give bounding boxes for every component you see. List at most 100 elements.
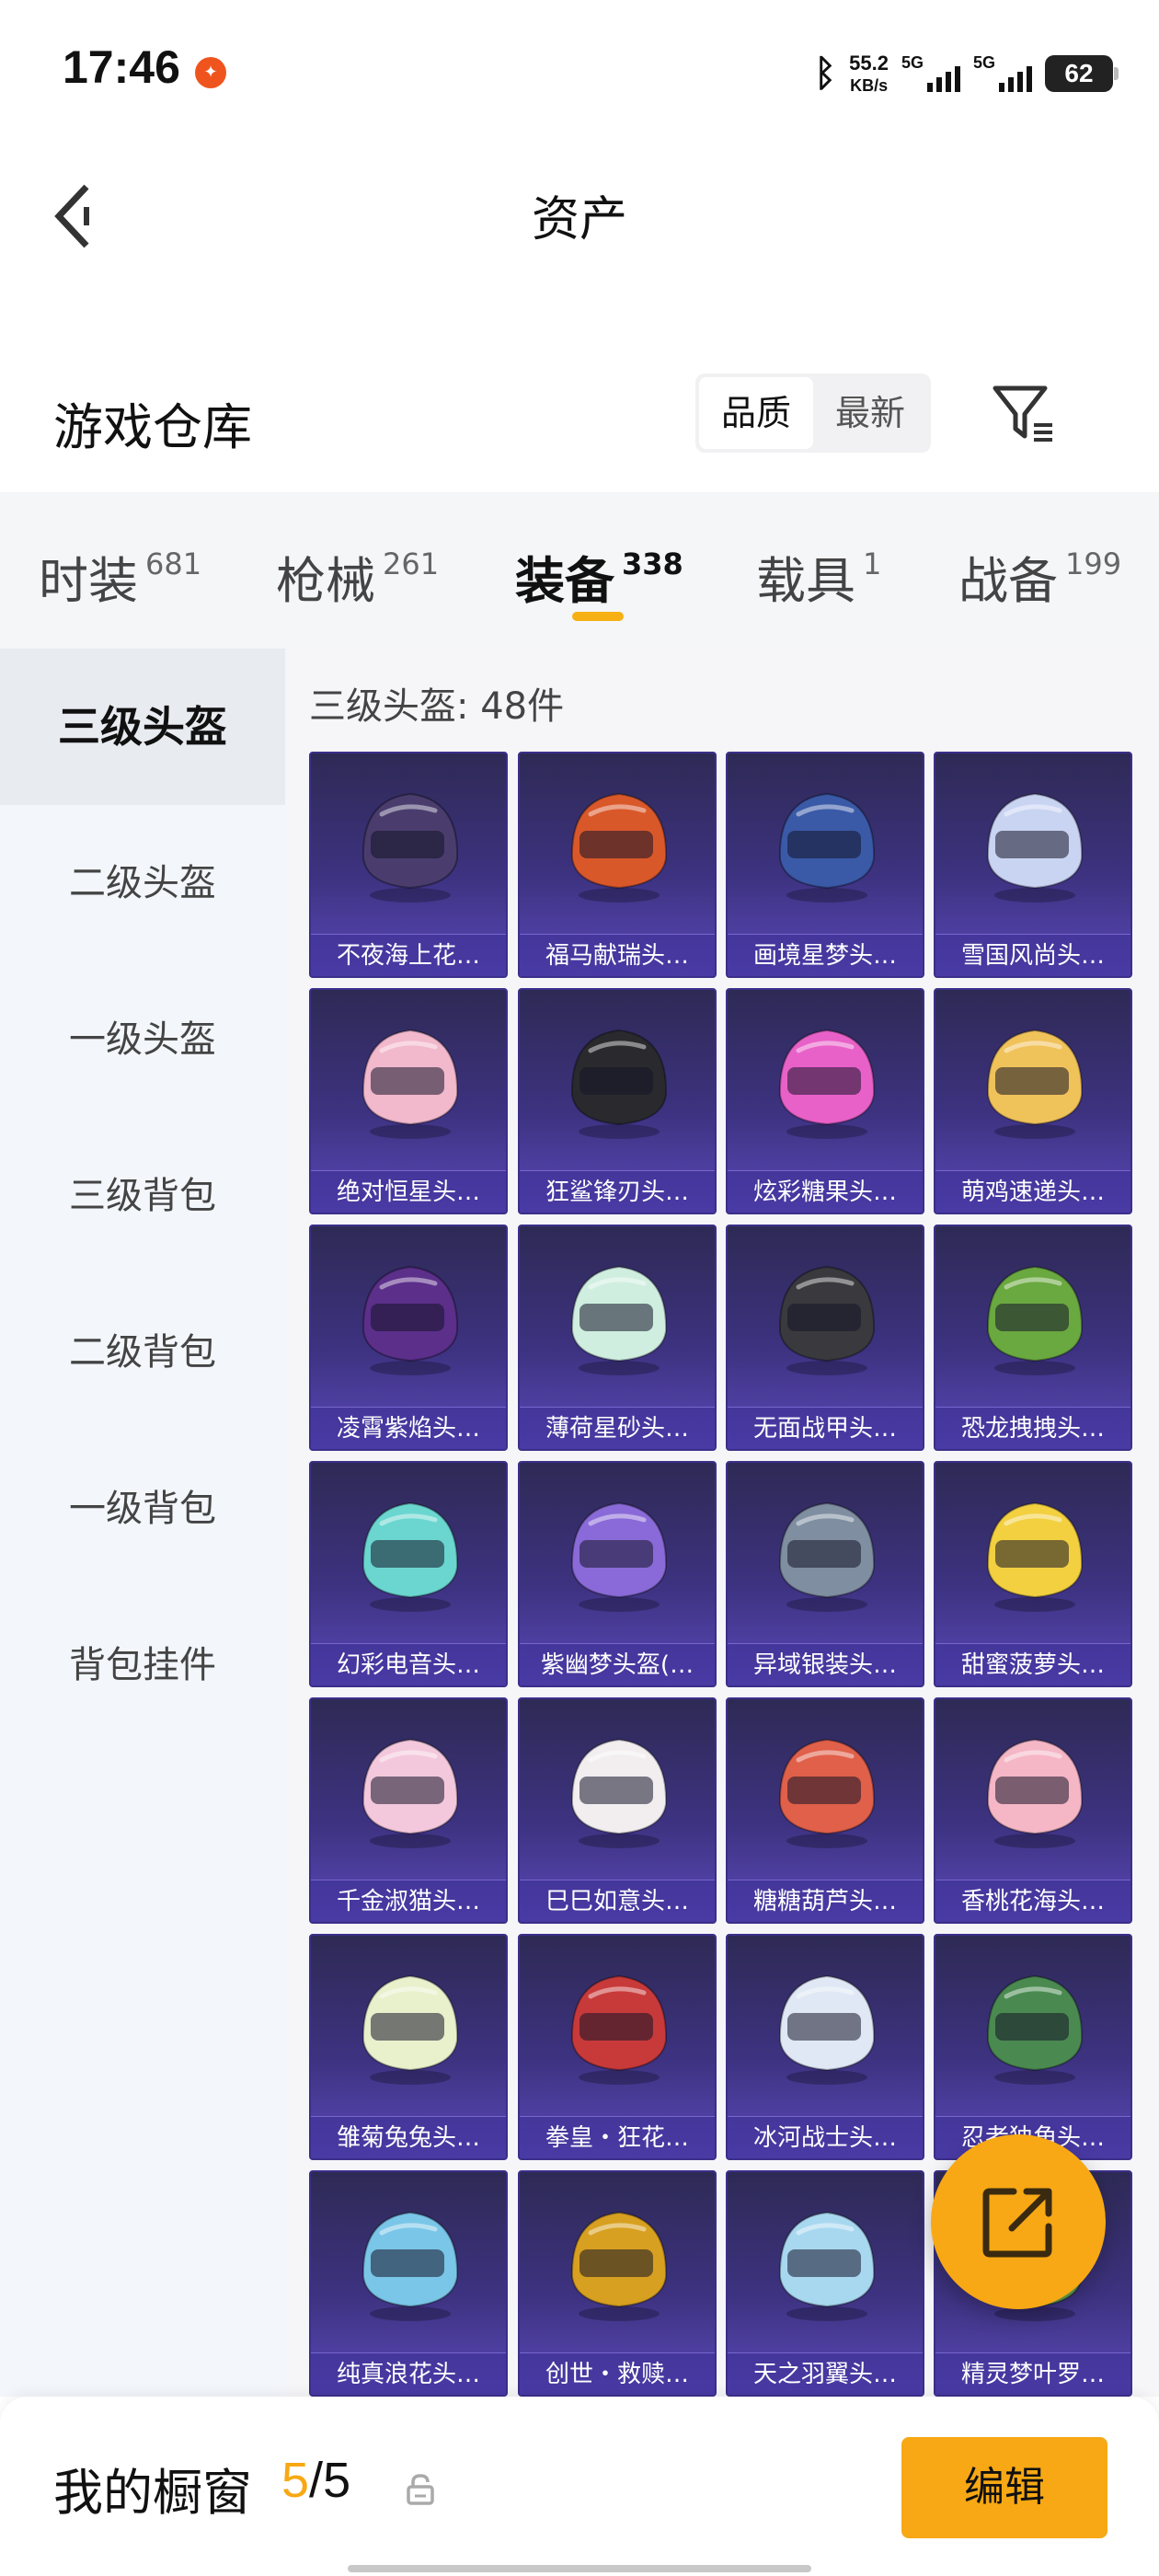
item-name: 巳巳如意头… bbox=[520, 1880, 715, 1922]
sidebar-item-level3-helmet[interactable]: 三级头盔 bbox=[0, 649, 285, 805]
tab-count: 199 bbox=[1065, 546, 1122, 581]
helmet-icon bbox=[361, 1029, 459, 1139]
helmet-icon bbox=[986, 1738, 1084, 1848]
item-card[interactable]: 创世・救赎… bbox=[518, 2170, 717, 2397]
item-name: 狂鲨锋刃头… bbox=[520, 1170, 715, 1213]
helmet-icon bbox=[361, 1974, 459, 2085]
edit-button[interactable]: 编辑 bbox=[901, 2437, 1107, 2538]
item-card[interactable]: 糖糖葫芦头… bbox=[726, 1697, 924, 1924]
item-card[interactable]: 福马献瑞头… bbox=[518, 752, 717, 978]
sidebar-item-backpack-pendant[interactable]: 背包挂件 bbox=[0, 1587, 285, 1743]
tab-vehicles[interactable]: 载具 1 bbox=[756, 540, 881, 613]
item-card[interactable]: 幻彩电音头… bbox=[309, 1461, 508, 1687]
item-card[interactable]: 甜蜜菠萝头… bbox=[934, 1461, 1132, 1687]
item-card[interactable]: 纯真浪花头… bbox=[309, 2170, 508, 2397]
status-time: 17:46 bbox=[63, 41, 180, 93]
app-notification-icon: ✦ bbox=[195, 57, 226, 88]
helmet-icon bbox=[778, 1738, 876, 1848]
showcase-label: 我的橱窗 bbox=[53, 2464, 252, 2522]
helmet-icon bbox=[570, 1974, 668, 2085]
item-card[interactable]: 恐龙拽拽头… bbox=[934, 1225, 1132, 1451]
sidebar-item-level2-backpack[interactable]: 二级背包 bbox=[0, 1274, 285, 1431]
item-card[interactable]: 无面战甲头… bbox=[726, 1225, 924, 1451]
warehouse-title: 游戏仓库 bbox=[53, 398, 252, 456]
helmet-icon bbox=[361, 1265, 459, 1375]
helmet-icon bbox=[361, 2211, 459, 2321]
item-name: 薄荷星砂头… bbox=[520, 1407, 715, 1449]
item-card[interactable]: 巳巳如意头… bbox=[518, 1697, 717, 1924]
battery-icon: 62 bbox=[1045, 55, 1119, 92]
tab-label: 战备 bbox=[958, 552, 1058, 610]
item-card[interactable]: 拳皇・狂花… bbox=[518, 1934, 717, 2160]
helmet-icon bbox=[570, 1029, 668, 1139]
sidebar: 三级头盔 二级头盔 一级头盔 三级背包 二级背包 一级背包 背包挂件 bbox=[0, 649, 285, 2397]
signal-label: 5G bbox=[973, 53, 996, 72]
item-card[interactable]: 狂鲨锋刃头… bbox=[518, 988, 717, 1214]
helmet-icon bbox=[986, 1974, 1084, 2085]
item-name: 雏菊兔兔头… bbox=[311, 2116, 506, 2158]
item-name: 雪国风尚头… bbox=[935, 934, 1130, 976]
item-card[interactable]: 画境星梦头… bbox=[726, 752, 924, 978]
helmet-icon bbox=[361, 1501, 459, 1612]
item-name: 异域银装头… bbox=[728, 1643, 923, 1685]
tab-fashion[interactable]: 时装 681 bbox=[39, 540, 201, 613]
item-name: 天之羽翼头… bbox=[728, 2352, 923, 2395]
category-tabs: 时装 681 枪械 261 装备 338 载具 1 战备 199 bbox=[0, 492, 1159, 649]
tab-label: 载具 bbox=[756, 552, 855, 610]
item-card[interactable]: 千金淑猫头… bbox=[309, 1697, 508, 1924]
tab-label: 装备 bbox=[515, 552, 614, 610]
item-card[interactable]: 香桃花海头… bbox=[934, 1697, 1132, 1924]
item-card[interactable]: 凌霄紫焰头… bbox=[309, 1225, 508, 1451]
status-bar: 17:46 ✦ ᛒ 55.2 KB/s 5G 5G 62 bbox=[0, 0, 1159, 138]
tab-equipment[interactable]: 装备 338 bbox=[515, 540, 683, 613]
sort-option-quality[interactable]: 品质 bbox=[699, 377, 813, 449]
status-icons: ᛒ 55.2 KB/s 5G 5G 62 bbox=[814, 46, 1119, 101]
item-name: 幻彩电音头… bbox=[311, 1643, 506, 1685]
helmet-icon bbox=[361, 1738, 459, 1848]
tab-count: 261 bbox=[383, 546, 440, 581]
tab-supplies[interactable]: 战备 199 bbox=[958, 540, 1121, 613]
item-card[interactable]: 天之羽翼头… bbox=[726, 2170, 924, 2397]
item-card[interactable]: 不夜海上花… bbox=[309, 752, 508, 978]
item-name: 福马献瑞头… bbox=[520, 934, 715, 976]
showcase-total: 5 bbox=[323, 2453, 351, 2508]
item-card[interactable]: 萌鸡速递头… bbox=[934, 988, 1132, 1214]
item-card[interactable]: 绝对恒星头… bbox=[309, 988, 508, 1214]
showcase-separator: / bbox=[309, 2453, 324, 2508]
item-count-label: 三级头盔: 48件 bbox=[309, 685, 565, 728]
tab-weapons[interactable]: 枪械 261 bbox=[276, 540, 439, 613]
item-name: 无面战甲头… bbox=[728, 1407, 923, 1449]
item-card[interactable]: 紫幽梦头盔(… bbox=[518, 1461, 717, 1687]
filter-icon[interactable] bbox=[990, 381, 1058, 445]
item-name: 创世・救赎… bbox=[520, 2352, 715, 2395]
sidebar-item-level3-backpack[interactable]: 三级背包 bbox=[0, 1118, 285, 1274]
item-name: 绝对恒星头… bbox=[311, 1170, 506, 1213]
item-name: 拳皇・狂花… bbox=[520, 2116, 715, 2158]
item-card[interactable]: 雪国风尚头… bbox=[934, 752, 1132, 978]
item-name: 萌鸡速递头… bbox=[935, 1170, 1130, 1213]
item-name: 恐龙拽拽头… bbox=[935, 1407, 1130, 1449]
item-card[interactable]: 忍者独角头… bbox=[934, 1934, 1132, 2160]
item-card[interactable]: 雏菊兔兔头… bbox=[309, 1934, 508, 2160]
helmet-icon bbox=[570, 1265, 668, 1375]
sort-option-newest[interactable]: 最新 bbox=[813, 377, 927, 449]
helmet-icon bbox=[570, 792, 668, 903]
helmet-icon bbox=[986, 1029, 1084, 1139]
sidebar-item-level1-backpack[interactable]: 一级背包 bbox=[0, 1431, 285, 1587]
sidebar-item-level1-helmet[interactable]: 一级头盔 bbox=[0, 961, 285, 1118]
net-speed-value: 55.2 bbox=[849, 52, 889, 75]
item-card[interactable]: 冰河战士头… bbox=[726, 1934, 924, 2160]
active-tab-indicator bbox=[572, 612, 624, 621]
sort-toggle: 品质 最新 bbox=[695, 374, 931, 453]
item-card[interactable]: 炫彩糖果头… bbox=[726, 988, 924, 1214]
sidebar-item-level2-helmet[interactable]: 二级头盔 bbox=[0, 805, 285, 961]
item-card[interactable]: 异域银装头… bbox=[726, 1461, 924, 1687]
item-card[interactable]: 薄荷星砂头… bbox=[518, 1225, 717, 1451]
helmet-icon bbox=[778, 792, 876, 903]
share-button[interactable] bbox=[931, 2134, 1106, 2309]
item-name: 不夜海上花… bbox=[311, 934, 506, 976]
item-name: 纯真浪花头… bbox=[311, 2352, 506, 2395]
helmet-icon bbox=[986, 792, 1084, 903]
item-name: 精灵梦叶罗… bbox=[935, 2352, 1130, 2395]
helmet-icon bbox=[986, 1265, 1084, 1375]
